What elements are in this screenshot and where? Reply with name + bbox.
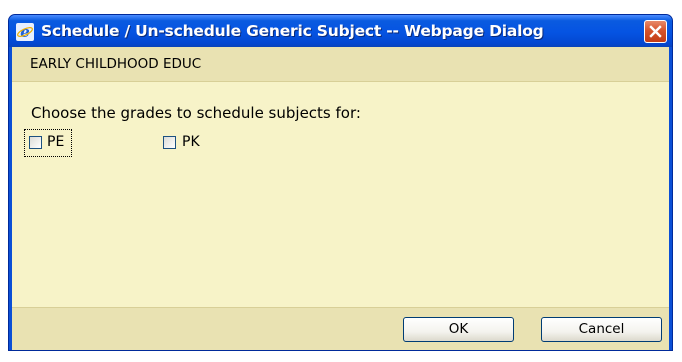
svg-text:e: e	[20, 23, 30, 41]
school-name: EARLY CHILDHOOD EDUC	[30, 56, 202, 72]
dialog-body: EARLY CHILDHOOD EDUC Choose the grades t…	[12, 47, 669, 350]
header-band: EARLY CHILDHOOD EDUC	[12, 47, 669, 82]
pe-checkbox[interactable]	[29, 136, 42, 149]
close-icon	[649, 25, 662, 38]
grade-option-pk[interactable]: PK	[159, 129, 219, 157]
title-bar[interactable]: e Schedule / Un-schedule Generic Subject…	[9, 15, 672, 47]
ok-button[interactable]: OK	[403, 317, 514, 342]
pk-label[interactable]: PK	[182, 134, 200, 150]
window-title: Schedule / Un-schedule Generic Subject -…	[41, 22, 544, 40]
ie-icon: e	[16, 23, 34, 41]
button-bar: OK Cancel	[12, 307, 669, 350]
pe-label[interactable]: PE	[47, 134, 64, 150]
pk-checkbox[interactable]	[163, 136, 176, 149]
grade-option-pe[interactable]: PE	[24, 129, 72, 157]
cancel-button[interactable]: Cancel	[541, 317, 662, 342]
close-button[interactable]	[644, 20, 667, 43]
grades-prompt: Choose the grades to schedule subjects f…	[31, 104, 361, 122]
dialog-window: e Schedule / Un-schedule Generic Subject…	[8, 14, 673, 351]
